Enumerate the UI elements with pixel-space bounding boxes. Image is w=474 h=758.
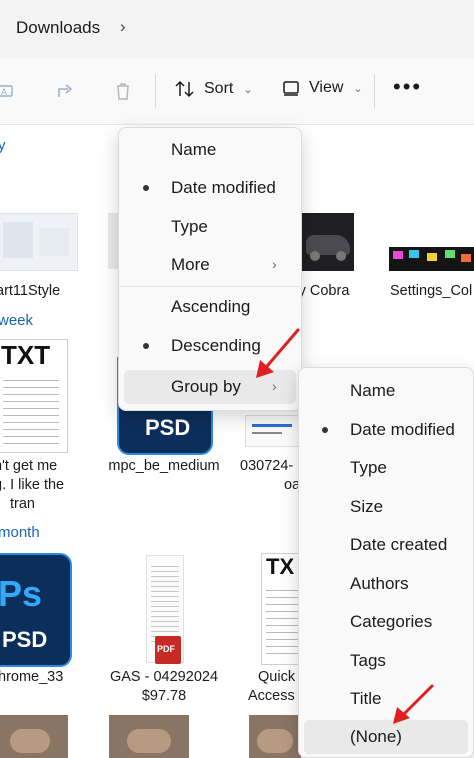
menu-item-label: Date created bbox=[350, 535, 448, 554]
chevron-down-icon: ⌄ bbox=[243, 83, 253, 96]
txt-label: TXT bbox=[1, 340, 51, 370]
file-name-line[interactable]: GAS - 04292024 bbox=[100, 668, 228, 687]
file-name-line[interactable]: n't get me bbox=[0, 457, 84, 476]
file-name-line[interactable]: $97.78 bbox=[100, 687, 228, 706]
more-options-button[interactable]: ••• bbox=[393, 76, 422, 98]
ps-label: Ps bbox=[0, 573, 43, 614]
sort-icon bbox=[175, 80, 194, 98]
breadcrumb-chevron-icon[interactable]: › bbox=[120, 17, 126, 37]
menu-divider bbox=[120, 286, 300, 287]
selected-bullet-icon bbox=[143, 343, 149, 349]
image-thumbnail[interactable] bbox=[109, 715, 189, 758]
menu-item-label: (None) bbox=[350, 727, 402, 746]
view-button[interactable]: View ⌄ bbox=[281, 78, 363, 98]
group-by-authors[interactable]: Authors bbox=[299, 567, 473, 601]
group-by-type[interactable]: Type bbox=[299, 451, 473, 485]
group-by-title[interactable]: Title bbox=[299, 682, 473, 716]
txt-label: TX bbox=[266, 554, 295, 579]
group-by-date-created[interactable]: Date created bbox=[299, 528, 473, 562]
annotation-arrow-icon bbox=[256, 328, 300, 378]
image-thumbnail[interactable] bbox=[249, 715, 301, 758]
chevron-down-icon: ⌄ bbox=[353, 82, 363, 95]
group-by-categories[interactable]: Categories bbox=[299, 605, 473, 639]
sort-by-name[interactable]: Name bbox=[119, 133, 301, 167]
menu-item-label: More bbox=[171, 255, 210, 274]
txt-file-thumbnail[interactable]: TXT bbox=[0, 339, 68, 453]
psd-label: PSD bbox=[2, 627, 48, 652]
group-by-submenu: Name Date modified Type Size Date create… bbox=[298, 367, 474, 758]
rename-icon[interactable]: A bbox=[0, 80, 18, 102]
menu-item-label: Tags bbox=[350, 651, 386, 670]
pdf-icon: PDF bbox=[155, 636, 181, 664]
image-thumbnail[interactable] bbox=[0, 715, 68, 758]
sort-by-date-modified[interactable]: Date modified bbox=[119, 171, 301, 205]
file-name[interactable]: mpc_be_medium bbox=[100, 457, 228, 476]
sort-by-more[interactable]: More › bbox=[119, 248, 301, 282]
menu-item-label: Ascending bbox=[171, 297, 251, 316]
menu-item-label: Date modified bbox=[350, 420, 455, 439]
group-by-size[interactable]: Size bbox=[299, 490, 473, 524]
share-icon[interactable] bbox=[55, 80, 77, 102]
sort-ascending[interactable]: Ascending bbox=[119, 290, 301, 324]
annotation-arrow-icon bbox=[393, 684, 434, 724]
psd-label: PSD bbox=[145, 415, 191, 440]
selected-bullet-icon bbox=[322, 427, 328, 433]
menu-item-label: Type bbox=[171, 217, 208, 236]
sort-by-type[interactable]: Type bbox=[119, 210, 301, 244]
group-by-tags[interactable]: Tags bbox=[299, 644, 473, 678]
command-bar: A Sort ⌄ View ⌄ ••• bbox=[0, 58, 474, 125]
address-bar[interactable]: Downloads › bbox=[0, 0, 474, 59]
menu-item-label: Title bbox=[350, 689, 382, 708]
document-thumbnail[interactable] bbox=[245, 415, 303, 447]
delete-icon[interactable] bbox=[112, 80, 134, 102]
car-image-thumbnail[interactable] bbox=[300, 213, 354, 271]
file-name[interactable]: hrome_33 bbox=[0, 668, 78, 687]
menu-item-label: Size bbox=[350, 497, 384, 516]
group-by-date-modified[interactable]: Date modified bbox=[299, 413, 473, 447]
group-by-none[interactable]: (None) bbox=[304, 720, 468, 754]
menu-item-label: Name bbox=[350, 381, 396, 400]
chevron-right-icon: › bbox=[272, 256, 277, 272]
svg-text:A: A bbox=[1, 87, 7, 97]
selected-bullet-icon bbox=[143, 185, 149, 191]
menu-item-label: Type bbox=[350, 458, 387, 477]
menu-item-label: Descending bbox=[171, 336, 261, 355]
sort-button[interactable]: Sort ⌄ bbox=[174, 78, 253, 100]
pdf-label: PDF bbox=[157, 644, 175, 654]
file-name[interactable]: Settings_Col bbox=[390, 282, 474, 301]
menu-item-label: Authors bbox=[350, 574, 409, 593]
sort-label: Sort bbox=[204, 80, 234, 97]
menu-item-label: Date modified bbox=[171, 178, 276, 197]
file-name[interactable]: art11Style bbox=[0, 282, 76, 301]
toolbar-divider bbox=[155, 74, 156, 108]
menu-item-label: Group by bbox=[171, 377, 241, 396]
toolbar-divider bbox=[374, 74, 375, 108]
file-thumbnail[interactable] bbox=[0, 213, 78, 271]
psd-file-thumbnail[interactable]: Ps PSD bbox=[0, 553, 72, 667]
file-name-line[interactable]: g. I like the bbox=[0, 476, 84, 495]
group-by-name[interactable]: Name bbox=[299, 374, 473, 408]
view-icon bbox=[283, 81, 299, 96]
settings-image-thumbnail[interactable] bbox=[389, 247, 474, 271]
group-header[interactable]: month bbox=[0, 524, 40, 541]
menu-item-label: Name bbox=[171, 140, 217, 159]
view-label: View bbox=[309, 79, 344, 96]
group-header[interactable]: week bbox=[0, 312, 33, 329]
menu-item-label: Categories bbox=[350, 612, 433, 631]
breadcrumb-downloads[interactable]: Downloads bbox=[16, 18, 100, 38]
group-header[interactable]: y bbox=[0, 137, 6, 154]
file-name-line[interactable]: tran bbox=[10, 495, 70, 514]
